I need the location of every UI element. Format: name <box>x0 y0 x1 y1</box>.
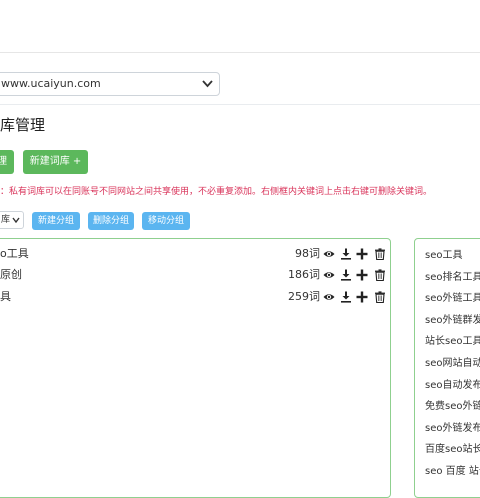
plus-icon[interactable] <box>356 269 368 281</box>
keyword-item[interactable]: seo外链发布 <box>425 422 480 436</box>
delete-group-button[interactable]: 删除分组 <box>88 212 134 230</box>
trash-icon[interactable] <box>374 248 386 260</box>
page-title: 库管理 <box>0 116 46 134</box>
new-library-button[interactable]: 新建词库 + <box>23 150 88 174</box>
library-name: 原创 <box>0 268 22 281</box>
library-row[interactable]: 具 259词 <box>0 287 399 307</box>
new-group-button[interactable]: 新建分组 <box>32 212 80 230</box>
library-count: 259词 <box>288 290 320 303</box>
keyword-item[interactable]: seo网站自动 <box>425 357 480 371</box>
group-select-value: 库 <box>1 215 11 225</box>
group-select[interactable]: 库 <box>0 211 24 229</box>
library-row[interactable]: 原创 186词 <box>0 265 399 285</box>
keyword-item[interactable]: seo 百度 站长 <box>425 465 480 479</box>
eye-icon[interactable] <box>323 291 335 303</box>
eye-icon[interactable] <box>323 248 335 260</box>
keyword-item[interactable]: seo自动发布 <box>425 379 480 393</box>
library-count: 98词 <box>295 247 320 260</box>
trash-icon[interactable] <box>374 269 386 281</box>
move-group-button[interactable]: 移动分组 <box>142 212 190 230</box>
eye-icon[interactable] <box>323 269 335 281</box>
trash-icon[interactable] <box>374 291 386 303</box>
library-name: o工具 <box>0 247 29 260</box>
download-icon[interactable] <box>340 269 352 281</box>
keyword-item[interactable]: seo排名工具 <box>425 271 480 285</box>
manage-button[interactable]: 理 <box>0 150 14 174</box>
notice-text: ：私有词库可以在同账号不同网站之间共享使用，不必重复添加。右侧框内关键词上点击右… <box>0 187 433 197</box>
site-select-value: www.ucaiyun.com <box>1 77 101 90</box>
keyword-item[interactable]: seo外链群发 <box>425 314 480 328</box>
keyword-item[interactable]: seo工具 <box>425 249 462 263</box>
chevron-down-icon <box>12 217 20 223</box>
download-icon[interactable] <box>340 291 352 303</box>
keyword-item[interactable]: 百度seo站长 <box>425 443 480 457</box>
site-select[interactable]: www.ucaiyun.com <box>0 72 220 96</box>
plus-icon[interactable] <box>356 248 368 260</box>
download-icon[interactable] <box>340 248 352 260</box>
chevron-down-icon <box>202 80 213 88</box>
keyword-item[interactable]: 免费seo外链 <box>425 400 480 414</box>
library-row[interactable]: o工具 98词 <box>0 244 399 264</box>
keyword-item[interactable]: 站长seo工具 <box>425 335 480 349</box>
divider <box>0 104 480 105</box>
library-count: 186词 <box>288 268 320 281</box>
keyword-item[interactable]: seo外链工具 <box>425 292 480 306</box>
plus-icon[interactable] <box>356 291 368 303</box>
top-bar <box>0 0 480 53</box>
library-name: 具 <box>0 290 11 303</box>
